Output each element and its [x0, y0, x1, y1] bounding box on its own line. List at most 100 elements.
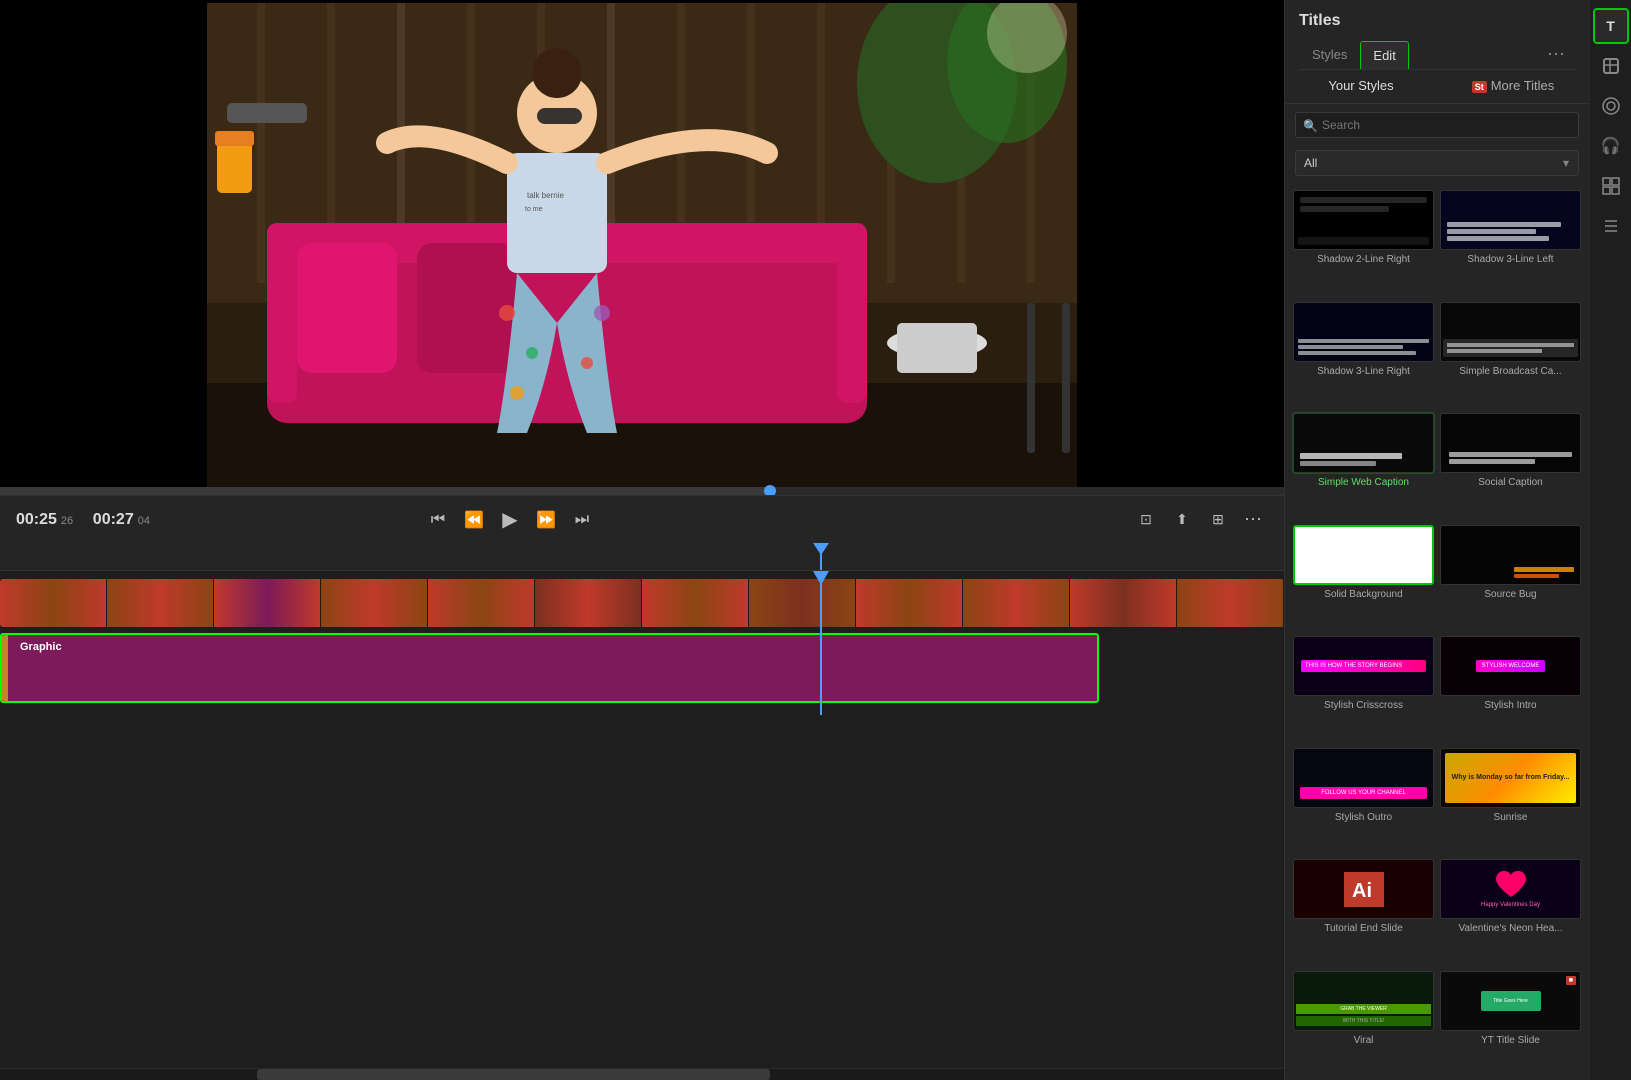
title-thumbnail: ■Title Goes Here — [1440, 971, 1581, 1031]
panel-header: Titles Styles Edit ⋯ — [1285, 0, 1589, 70]
title-name: Shadow 3-Line Right — [1293, 365, 1434, 378]
title-item[interactable]: GRAB THE VIEWERWITH THIS TITLE! Viral — [1293, 971, 1434, 1075]
transport-controls: ⏮ ⏪ ▶ ⏩ ⏭ — [424, 506, 596, 534]
title-thumbnail — [1440, 190, 1581, 250]
transform-panel-button[interactable] — [1593, 168, 1629, 204]
title-name: Source Bug — [1440, 588, 1581, 601]
title-name: Stylish Crisscross — [1293, 699, 1434, 712]
title-item[interactable]: Solid Background — [1293, 525, 1434, 629]
export-button[interactable]: ⬆ — [1168, 506, 1196, 534]
graphic-label: Graphic — [20, 641, 62, 653]
tab-styles[interactable]: Styles — [1299, 40, 1360, 69]
title-thumbnail — [1293, 525, 1434, 585]
title-item[interactable]: Shadow 2-Line Right — [1293, 190, 1434, 294]
title-name: Solid Background — [1293, 588, 1434, 601]
timeline-scrollbar[interactable] — [0, 1068, 1284, 1080]
title-item[interactable]: Happy Valentines Day Valentine's Neon He… — [1440, 859, 1581, 963]
title-item[interactable]: STYLISH WELCOME Stylish Intro — [1440, 636, 1581, 740]
filter-select-wrap: All Lower Thirds Titles Credits — [1295, 150, 1579, 176]
title-name: Shadow 2-Line Right — [1293, 253, 1434, 266]
thumbnail-strip — [0, 579, 107, 627]
share-button[interactable]: ⊞ — [1204, 506, 1232, 534]
end-frame: 04 — [138, 515, 150, 527]
more-titles-tab[interactable]: StMore Titles — [1437, 70, 1589, 103]
timeline-area: :25 :26 — [0, 543, 1284, 1080]
title-item[interactable]: Simple Broadcast Ca... — [1440, 302, 1581, 406]
title-item[interactable]: Simple Web Caption — [1293, 413, 1434, 517]
thumbnail-strip — [1177, 579, 1284, 627]
title-thumbnail — [1293, 413, 1434, 473]
audio-panel-button[interactable]: 🎧 — [1593, 128, 1629, 164]
search-bar: 🔍 — [1285, 104, 1589, 146]
titles-grid: Shadow 2-Line Right Shadow 3-Line Left S… — [1285, 184, 1589, 1080]
thumbnail-strip — [963, 579, 1070, 627]
thumbnail-strip — [321, 579, 428, 627]
title-item[interactable]: Shadow 3-Line Left — [1440, 190, 1581, 294]
title-item[interactable]: Social Caption — [1440, 413, 1581, 517]
fit-button[interactable]: ⊡ — [1132, 506, 1160, 534]
step-forward-button[interactable]: ⏩ — [532, 506, 560, 534]
title-thumbnail: Happy Valentines Day — [1440, 859, 1581, 919]
title-item[interactable]: Ai Tutorial End Slide — [1293, 859, 1434, 963]
tab-edit[interactable]: Edit — [1360, 41, 1408, 69]
title-thumbnail — [1440, 413, 1581, 473]
style-tabs: Your Styles StMore Titles — [1285, 70, 1589, 104]
search-input[interactable] — [1295, 112, 1579, 138]
current-frame: 26 — [61, 515, 73, 527]
title-thumbnail: THIS IS HOW THE STORY BEGINS — [1293, 636, 1434, 696]
scrubber-handle[interactable] — [764, 485, 776, 495]
title-thumbnail — [1293, 302, 1434, 362]
timeline-scrubber[interactable] — [0, 487, 1284, 495]
panel-title: Titles — [1299, 12, 1575, 30]
title-item[interactable]: Why is Monday so far from Friday... Sunr… — [1440, 748, 1581, 852]
more-titles-badge: St — [1472, 81, 1487, 93]
your-styles-tab[interactable]: Your Styles — [1285, 70, 1437, 103]
time-display: 00:25 26 00:27 04 — [16, 511, 150, 529]
video-frame: talk bernie to me — [207, 3, 1077, 493]
title-item[interactable]: Shadow 3-Line Right — [1293, 302, 1434, 406]
thumbnail-strip — [749, 579, 856, 627]
title-thumbnail — [1440, 302, 1581, 362]
timeline-playhead[interactable] — [820, 543, 822, 570]
title-item[interactable]: THIS IS HOW THE STORY BEGINS Stylish Cri… — [1293, 636, 1434, 740]
thumbnail-strip — [214, 579, 321, 627]
effects-panel-button[interactable] — [1593, 88, 1629, 124]
title-name: Sunrise — [1440, 811, 1581, 824]
video-track[interactable] — [0, 579, 1284, 627]
filter-select[interactable]: All Lower Thirds Titles Credits — [1295, 150, 1579, 176]
title-thumbnail: Why is Monday so far from Friday... — [1440, 748, 1581, 808]
titles-panel-button[interactable]: T — [1593, 8, 1629, 44]
title-thumbnail — [1440, 525, 1581, 585]
thumbnail-strip — [107, 579, 214, 627]
scrubber-fill — [0, 487, 770, 495]
goto-start-button[interactable]: ⏮ — [424, 506, 452, 534]
svg-text:talk bernie: talk bernie — [527, 191, 564, 200]
title-thumbnail: FOLLOW US YOUR CHANNEL — [1293, 748, 1434, 808]
timeline-header: :25 :26 — [0, 543, 1284, 571]
goto-end-button[interactable]: ⏭ — [568, 506, 596, 534]
title-item[interactable]: ■Title Goes Here YT Title Slide — [1440, 971, 1581, 1075]
timeline-tracks: Graphic — [0, 571, 1284, 715]
title-thumbnail: GRAB THE VIEWERWITH THIS TITLE! — [1293, 971, 1434, 1031]
title-name: Valentine's Neon Hea... — [1440, 922, 1581, 935]
title-name: Viral — [1293, 1034, 1434, 1047]
svg-text:Ai: Ai — [1352, 880, 1372, 902]
current-time: 00:25 — [16, 511, 57, 529]
graphic-track-block[interactable]: Graphic — [0, 633, 1099, 703]
title-item[interactable]: Source Bug — [1440, 525, 1581, 629]
panel-tabs-row: Styles Edit ⋯ — [1299, 40, 1575, 70]
timeline-scroll-thumb[interactable] — [257, 1069, 771, 1080]
more-button[interactable]: ⋯ — [1240, 506, 1268, 534]
thumbnail-strip — [856, 579, 963, 627]
video-preview: talk bernie to me — [0, 0, 1284, 495]
end-time: 00:27 — [93, 511, 134, 529]
graphic-track-container: Graphic — [0, 633, 1284, 707]
title-item[interactable]: FOLLOW US YOUR CHANNEL Stylish Outro — [1293, 748, 1434, 852]
crop-panel-button[interactable] — [1593, 48, 1629, 84]
thumbnail-strip — [428, 579, 535, 627]
align-panel-button[interactable] — [1593, 208, 1629, 244]
step-back-button[interactable]: ⏪ — [460, 506, 488, 534]
title-name: Stylish Intro — [1440, 699, 1581, 712]
play-button[interactable]: ▶ — [496, 506, 524, 534]
tab-more[interactable]: ⋯ — [1539, 40, 1575, 69]
